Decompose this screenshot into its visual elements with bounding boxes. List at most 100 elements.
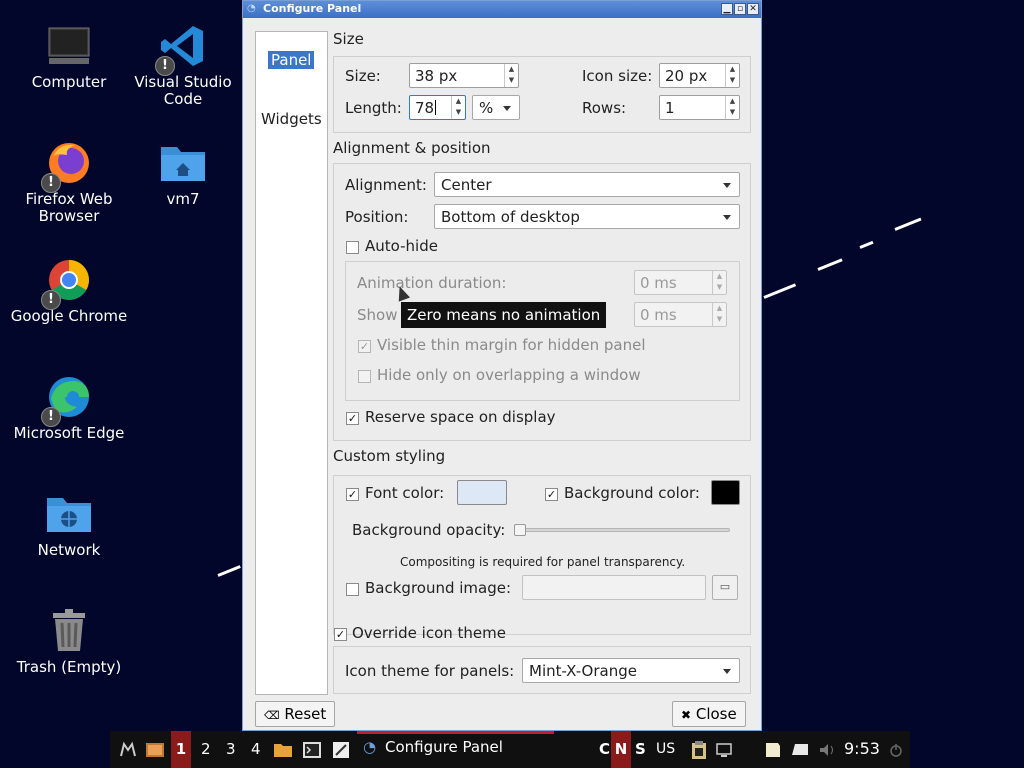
spin-arrows[interactable]: ▲ ▼: [712, 303, 726, 326]
volume-icon[interactable]: [817, 740, 837, 760]
close-button[interactable]: ✖ Close: [672, 701, 746, 727]
spin-up-icon[interactable]: ▲: [505, 64, 518, 75]
desktop-icon-trash[interactable]: Trash (Empty): [9, 607, 129, 676]
thin-margin-label[interactable]: Visible thin margin for hidden panel: [377, 336, 646, 354]
vscode-icon: !: [155, 22, 207, 76]
spin-up-icon[interactable]: ▲: [726, 96, 739, 107]
chrome-icon: !: [41, 256, 93, 310]
reset-button[interactable]: ⌫ Reset: [255, 701, 336, 727]
spin-arrows[interactable]: ▲ ▼: [451, 96, 465, 119]
background-color-label[interactable]: Background color:: [564, 484, 700, 502]
length-unit-select[interactable]: %: [472, 95, 520, 120]
wallpaper-line: [817, 258, 843, 271]
autohide-checkbox[interactable]: [346, 241, 359, 254]
sidebar-item-widgets[interactable]: Widgets: [261, 110, 322, 128]
show-desktop-icon[interactable]: [145, 740, 165, 760]
reserve-space-label[interactable]: Reserve space on display: [365, 408, 556, 426]
background-color-swatch[interactable]: [711, 480, 740, 505]
overlap-label[interactable]: Hide only on overlapping a window: [377, 366, 641, 384]
keyboard-layout[interactable]: US: [656, 731, 675, 768]
removable-drive-icon[interactable]: [790, 740, 810, 760]
rows-value: 1: [665, 99, 675, 117]
workspace-1[interactable]: 1: [171, 731, 191, 768]
font-color-swatch[interactable]: [457, 480, 507, 505]
icon-theme-select[interactable]: Mint-X-Orange: [522, 658, 740, 683]
reserve-space-checkbox[interactable]: ✓: [346, 412, 359, 425]
styling-group: ✓ Font color: ✓ Background color: Backgr…: [333, 475, 751, 635]
desktop-icon-computer[interactable]: Computer: [9, 22, 129, 91]
show-delay-value: 0 ms: [640, 306, 677, 324]
autohide-label[interactable]: Auto-hide: [365, 237, 438, 255]
length-spinbox[interactable]: 78 ▲ ▼: [409, 95, 466, 120]
overlap-checkbox[interactable]: [358, 370, 371, 383]
spin-up-icon[interactable]: ▲: [713, 271, 726, 282]
sidebar-item-panel[interactable]: Panel: [268, 51, 315, 69]
spin-up-icon[interactable]: ▲: [452, 96, 465, 107]
dialog-titlebar[interactable]: ◔ Configure Panel ▁ ▫ ✕: [243, 1, 761, 18]
main-menu-icon[interactable]: [118, 740, 138, 760]
spin-arrows[interactable]: ▲ ▼: [725, 96, 739, 119]
size-value: 38 px: [415, 67, 458, 85]
file-manager-icon[interactable]: [273, 740, 293, 760]
desktop-icon-chrome[interactable]: ! Google Chrome: [9, 256, 129, 325]
background-image-field[interactable]: [522, 575, 706, 600]
spin-down-icon[interactable]: ▼: [452, 107, 465, 118]
desktop-icon-label: vm7: [166, 190, 200, 208]
rows-label: Rows:: [582, 99, 627, 117]
desktop-icon-firefox[interactable]: ! Firefox Web Browser: [9, 139, 129, 225]
animation-duration-spinbox[interactable]: 0 ms ▲ ▼: [634, 270, 727, 295]
desktop-icon-vscode[interactable]: ! Visual Studio Code: [123, 22, 243, 108]
workspace-3[interactable]: 3: [226, 731, 236, 768]
indicator-c[interactable]: C: [599, 731, 610, 768]
animation-duration-label: Animation duration:: [357, 274, 507, 292]
power-icon[interactable]: [886, 740, 906, 760]
task-configure-panel[interactable]: ◔ Configure Panel: [357, 731, 554, 768]
clipboard-icon[interactable]: [689, 740, 709, 760]
length-unit-value: %: [479, 99, 494, 117]
clock[interactable]: 9:53: [844, 731, 880, 768]
spin-up-icon[interactable]: ▲: [726, 64, 739, 75]
network-status-icon[interactable]: [714, 740, 734, 760]
spin-down-icon[interactable]: ▼: [713, 314, 726, 325]
indicator-s[interactable]: S: [635, 731, 646, 768]
spin-down-icon[interactable]: ▼: [505, 75, 518, 86]
icon-theme-label: Icon theme for panels:: [345, 662, 515, 680]
workspace-4[interactable]: 4: [251, 731, 261, 768]
spin-down-icon[interactable]: ▼: [713, 282, 726, 293]
text-editor-icon[interactable]: [331, 740, 351, 760]
indicator-n[interactable]: N: [611, 731, 631, 768]
minimize-button[interactable]: ▁: [721, 3, 733, 15]
workspace-2[interactable]: 2: [201, 731, 211, 768]
desktop-icon-vm7[interactable]: vm7: [123, 139, 243, 208]
thin-margin-checkbox[interactable]: ✓: [358, 340, 371, 353]
background-color-checkbox[interactable]: ✓: [545, 488, 558, 501]
opacity-slider-handle[interactable]: [514, 524, 526, 536]
background-image-checkbox[interactable]: [346, 583, 359, 596]
position-select[interactable]: Bottom of desktop: [434, 204, 740, 229]
font-color-checkbox[interactable]: ✓: [346, 488, 359, 501]
notes-icon[interactable]: [763, 740, 783, 760]
spin-arrows[interactable]: ▲ ▼: [712, 271, 726, 294]
background-opacity-slider[interactable]: [514, 528, 730, 532]
desktop-icon-edge[interactable]: ! Microsoft Edge: [9, 373, 129, 442]
close-icon: ✖: [681, 708, 692, 722]
spin-up-icon[interactable]: ▲: [713, 303, 726, 314]
override-icon-theme-checkbox[interactable]: ✓: [334, 628, 347, 641]
desktop-icon-network[interactable]: Network: [9, 490, 129, 559]
terminal-icon[interactable]: [302, 740, 322, 760]
override-icon-theme-label[interactable]: Override icon theme: [352, 624, 506, 642]
maximize-button[interactable]: ▫: [734, 3, 746, 15]
spin-down-icon[interactable]: ▼: [726, 75, 739, 86]
browse-image-button[interactable]: ▭: [712, 575, 738, 600]
rows-spinbox[interactable]: 1 ▲ ▼: [659, 95, 740, 120]
show-delay-spinbox[interactable]: 0 ms ▲ ▼: [634, 302, 727, 327]
size-spinbox[interactable]: 38 px ▲ ▼: [409, 63, 519, 88]
spin-arrows[interactable]: ▲ ▼: [725, 64, 739, 87]
spin-arrows[interactable]: ▲ ▼: [504, 64, 518, 87]
font-color-label[interactable]: Font color:: [365, 484, 444, 502]
alignment-select[interactable]: Center: [434, 172, 740, 197]
background-image-label[interactable]: Background image:: [365, 579, 511, 597]
icon-size-spinbox[interactable]: 20 px ▲ ▼: [659, 63, 740, 88]
close-window-button[interactable]: ✕: [747, 3, 759, 15]
spin-down-icon[interactable]: ▼: [726, 107, 739, 118]
